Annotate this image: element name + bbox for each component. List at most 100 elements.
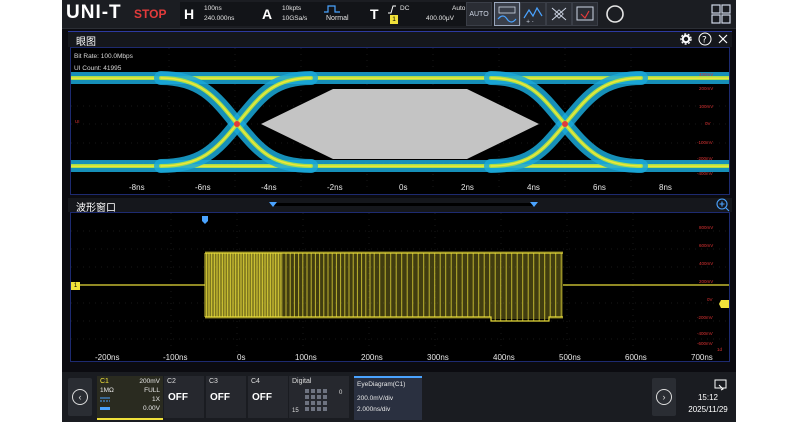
eye-diagram-canvas (71, 48, 729, 188)
channel2-name: C2 (167, 378, 176, 385)
channel1-offset: 0.00V (143, 405, 160, 412)
eye-diagram-plot: Bit Rate: 100.0Mbps UI Count: 41995 UI 4… (70, 47, 730, 195)
close-icon[interactable] (718, 34, 728, 44)
channel1-scale: 200mV (139, 378, 160, 385)
auto-button[interactable]: AUTO (466, 2, 492, 26)
dc-coupling-icon (100, 397, 110, 402)
trigger-level-icon[interactable] (719, 300, 729, 308)
timebase-overview-bar[interactable] (272, 203, 534, 206)
wave-x-tick: 100ns (295, 353, 317, 362)
clock-time: 15:12 (697, 393, 719, 402)
digital-low-index: 0 (339, 390, 343, 396)
wave-y-tick: -400mV (697, 331, 713, 336)
wave-y-tick: 0V (707, 297, 713, 302)
scroll-right-button[interactable]: › (652, 378, 676, 416)
channel3-state: OFF (210, 392, 230, 403)
eye-x-tick: -6ns (195, 183, 211, 192)
math-icon[interactable]: + - (520, 2, 546, 26)
eye-y-tick: 200mV (699, 86, 714, 91)
eye-x-tick: 8ns (659, 183, 672, 192)
digital-grid-icon (305, 389, 327, 411)
eye-x-tick: -2ns (327, 183, 343, 192)
eye-panel-header: 眼图 ? (68, 31, 732, 48)
wave-x-tick: 300ns (427, 353, 449, 362)
wave-x-tick: 500ns (559, 353, 581, 362)
eye-x-tick: -8ns (129, 183, 145, 192)
screenshot-icon (714, 379, 727, 391)
channel1-bar-icon (100, 407, 110, 410)
eye-diagram-source-button[interactable]: EyeDiagram(C1) 200.0mV/div 2.000ns/div (354, 376, 422, 420)
measure-icon[interactable] (494, 2, 520, 26)
clock-widget[interactable]: 15:12 2025/11/29 (684, 376, 732, 418)
horizontal-delay: 240.000ns (204, 15, 235, 22)
eye-left-marker: UI (75, 119, 80, 124)
oscilloscope-screen: UNI-T STOP H 100ns 240.000ns A 10kpts 10… (62, 0, 736, 422)
wave-x-tick: 700ns (691, 353, 713, 362)
cursor-icon[interactable] (546, 2, 572, 26)
channel3-name: C3 (209, 378, 218, 385)
chevron-left-icon: ‹ (72, 389, 88, 405)
eye-y-tick: -200mV (697, 156, 713, 161)
eye-y-tick: 400mV (699, 72, 714, 77)
eye-panel-title: 眼图 (76, 37, 96, 48)
zoom-in-icon[interactable] (716, 198, 730, 212)
eye-horizontal-scale: 2.000ns/div (357, 406, 391, 413)
acquire-settings[interactable]: A 10kpts 10GSa/s Normal (258, 2, 366, 26)
trigger-mode: Auto (452, 5, 466, 12)
eye-source-name: EyeDiagram(C1) (357, 381, 406, 388)
eye-y-tick: -400mV (697, 171, 713, 176)
waveform-plot: 1 800mV 600mV 400mV 200mV 0V -200mV -400… (70, 212, 730, 362)
ui-count-label: UI Count: 41995 (74, 65, 122, 72)
svg-text:+ -: + - (526, 19, 534, 25)
trigger-position-icon[interactable] (201, 215, 209, 225)
wave-y-tick: -600mV (697, 341, 713, 346)
eye-mask (261, 89, 539, 159)
horizontal-label: H (184, 6, 195, 22)
search-icon[interactable] (602, 2, 628, 26)
channel2-state: OFF (168, 392, 188, 403)
wave-y-tick: 600mV (699, 243, 714, 248)
horizontal-settings[interactable]: H 100ns 240.000ns (180, 2, 258, 26)
scroll-left-button[interactable]: ‹ (68, 378, 92, 416)
channel1-name: C1 (100, 378, 109, 385)
channel1-settings[interactable]: C1 200mV 1MΩ FULL 1X 0.00V (97, 376, 163, 420)
waveform-canvas (71, 213, 729, 353)
eye-x-tick: 4ns (527, 183, 540, 192)
digital-channels-button[interactable]: Digital 0 15 (289, 376, 349, 418)
channel1-bandwidth: FULL (144, 387, 160, 394)
channel2-settings[interactable]: C2 OFF (164, 376, 204, 418)
wave-x-tick: 200ns (361, 353, 383, 362)
wave-y-tick: 1d (717, 347, 723, 352)
channel4-settings[interactable]: C4 OFF (248, 376, 288, 418)
run-stop-status[interactable]: STOP (134, 7, 166, 21)
chevron-right-icon: › (656, 389, 672, 405)
trigger-settings[interactable]: T DC Auto 1 400.00μV (366, 2, 466, 26)
overview-right-marker-icon[interactable] (530, 202, 538, 208)
wave-x-tick: -100ns (163, 353, 188, 362)
eye-x-tick: 0s (399, 183, 408, 192)
top-toolbar: UNI-T STOP H 100ns 240.000ns A 10kpts 10… (62, 0, 736, 29)
channel1-marker[interactable]: 1 (71, 282, 80, 290)
acquire-points: 10kpts (282, 5, 302, 12)
wave-x-tick: 400ns (493, 353, 515, 362)
channel4-name: C4 (251, 378, 260, 385)
apps-grid-icon[interactable] (710, 3, 732, 25)
trigger-label: T (370, 6, 379, 22)
channel3-settings[interactable]: C3 OFF (206, 376, 246, 418)
eye-x-tick: 2ns (461, 183, 474, 192)
wave-y-tick: 800mV (699, 225, 714, 230)
eye-vertical-scale: 200.0mV/div (357, 395, 394, 402)
channel1-probe: 1X (152, 396, 160, 403)
wave-y-tick: -200mV (697, 315, 713, 320)
acquire-pulse-icon (324, 5, 340, 13)
wave-y-tick: 200mV (699, 279, 714, 284)
display-icon[interactable] (572, 2, 598, 26)
overview-left-marker-icon[interactable] (269, 202, 277, 208)
wave-x-tick: -200ns (95, 353, 120, 362)
settings-icon[interactable] (680, 33, 692, 45)
horizontal-scale: 100ns (204, 5, 222, 12)
eye-y-tick: -100mV (697, 140, 713, 145)
acquire-label: A (262, 6, 273, 22)
help-icon[interactable]: ? (698, 32, 712, 46)
channel4-state: OFF (252, 392, 272, 403)
